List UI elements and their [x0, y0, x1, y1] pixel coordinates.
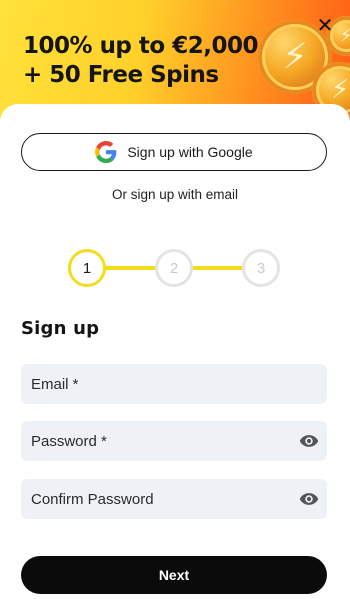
signup-sheet — [0, 104, 350, 599]
promo-line-1: 100% up to €2,000 — [23, 33, 258, 59]
promo-line-2: + 50 Free Spins — [23, 62, 219, 88]
password-field[interactable] — [21, 421, 327, 461]
google-signup-button[interactable]: Sign up with Google — [21, 133, 327, 171]
password-input[interactable] — [31, 432, 281, 450]
signup-stepper: 1 2 3 — [68, 248, 282, 288]
email-field[interactable] — [21, 364, 327, 404]
promo-title: 100% up to €2,000 + 50 Free Spins — [23, 32, 258, 90]
form-title: Sign up — [21, 318, 100, 339]
google-signup-label: Sign up with Google — [127, 144, 253, 160]
google-icon — [95, 141, 117, 163]
step-connector — [192, 266, 246, 270]
close-icon[interactable]: ✕ — [314, 14, 336, 36]
step-1: 1 — [68, 249, 106, 287]
step-2: 2 — [155, 249, 193, 287]
step-connector — [104, 266, 158, 270]
eye-icon[interactable] — [299, 431, 319, 451]
email-input[interactable] — [31, 375, 281, 393]
confirm-password-input[interactable] — [31, 490, 281, 508]
confirm-password-field[interactable] — [21, 479, 327, 519]
eye-icon[interactable] — [299, 489, 319, 509]
next-button[interactable]: Next — [21, 556, 327, 594]
step-3: 3 — [242, 249, 280, 287]
or-signup-email-text: Or sign up with email — [111, 187, 239, 202]
